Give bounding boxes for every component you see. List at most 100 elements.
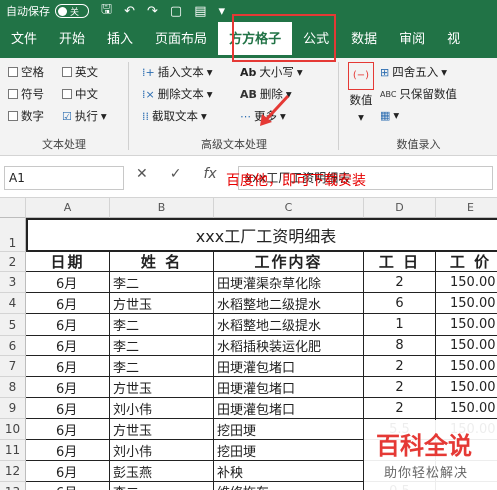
fx-icon[interactable]: fx [203, 166, 216, 182]
row-header[interactable]: 12 [0, 461, 26, 482]
column-header-a[interactable]: A [26, 198, 110, 218]
table-cell[interactable]: 6月 [26, 356, 110, 377]
cancel-icon[interactable]: ✕ [136, 166, 148, 182]
table-cell[interactable]: 150.00 [436, 336, 497, 356]
table-cell[interactable]: 2 [364, 398, 436, 419]
table-cell[interactable]: 方世玉 [110, 377, 214, 398]
delete-text-button[interactable]: ⁞× 删除文本 ▾ [142, 86, 213, 102]
table-cell[interactable]: 李二 [110, 336, 214, 356]
value-button[interactable]: (−) 数值 ▾ [348, 62, 374, 124]
table-cell[interactable]: 李二 [110, 272, 214, 293]
new-file-icon[interactable]: ▢ [170, 4, 182, 19]
table-cell[interactable]: 李二 [110, 356, 214, 377]
column-header-e[interactable]: E [436, 198, 497, 218]
table-cell[interactable]: 维修拖车 [214, 482, 364, 490]
case-button[interactable]: Ab 大小写 ▾ [240, 64, 303, 80]
table-cell[interactable]: 刘小伟 [110, 398, 214, 419]
table-cell[interactable]: 田埂灌包堵口 [214, 398, 364, 419]
name-box[interactable]: A1 [4, 166, 124, 190]
keep-values-button[interactable]: ABC 只保留数值 [380, 86, 457, 102]
undo-icon[interactable]: ↶ [124, 4, 135, 19]
autosave-toggle[interactable]: 关 [55, 4, 89, 18]
table-cell[interactable]: 150.00 [436, 314, 497, 336]
select-all-corner[interactable] [0, 198, 26, 218]
table-cell[interactable]: 水稻整地二级提水 [214, 293, 364, 314]
number-checkbox[interactable]: 数字 [8, 108, 44, 124]
row-header[interactable]: 13 [0, 482, 26, 490]
column-header-d[interactable]: D [364, 198, 436, 218]
table-cell[interactable]: 方世玉 [110, 293, 214, 314]
row-header[interactable]: 2 [0, 252, 26, 272]
table-cell[interactable]: 6月 [26, 314, 110, 336]
row-header[interactable]: 4 [0, 293, 26, 314]
table-header-cell[interactable]: 姓 名 [110, 252, 214, 272]
space-checkbox[interactable]: 空格 [8, 64, 44, 80]
symbol-checkbox[interactable]: 符号 [8, 86, 44, 102]
tab-review[interactable]: 审阅 [388, 22, 436, 58]
row-header[interactable]: 11 [0, 440, 26, 461]
table-cell[interactable]: 6月 [26, 461, 110, 482]
table-cell[interactable]: 6月 [26, 482, 110, 490]
table-cell[interactable]: 6 [364, 293, 436, 314]
table-cell[interactable]: 2 [364, 356, 436, 377]
table-cell[interactable]: 李二 [110, 314, 214, 336]
column-header-b[interactable]: B [110, 198, 214, 218]
table-cell[interactable]: 2 [364, 377, 436, 398]
row-header[interactable]: 6 [0, 336, 26, 356]
tab-view[interactable]: 视 [436, 22, 471, 58]
row-header[interactable]: 3 [0, 272, 26, 293]
execute-button[interactable]: ☑ 执行 ▾ [62, 108, 107, 124]
table-cell[interactable]: 李二 [110, 482, 214, 490]
table-cell[interactable]: 150.00 [436, 293, 497, 314]
english-checkbox[interactable]: 英文 [62, 64, 98, 80]
save-icon[interactable]: 🖫 [101, 0, 112, 22]
table-cell[interactable]: 刘小伟 [110, 440, 214, 461]
row-header[interactable]: 7 [0, 356, 26, 377]
table-cell[interactable]: 补秧 [214, 461, 364, 482]
table-cell[interactable]: 田埂灌包堵口 [214, 377, 364, 398]
table-cell[interactable]: 150.00 [436, 377, 497, 398]
extract-text-button[interactable]: ⁞⁞ 截取文本 ▾ [142, 108, 207, 124]
table-cell[interactable]: 挖田埂 [214, 419, 364, 440]
row-header[interactable]: 8 [0, 377, 26, 398]
table-cell[interactable]: 挖田埂 [214, 440, 364, 461]
check-icon[interactable]: ✓ [170, 166, 182, 182]
round-button[interactable]: ⊞ 四舍五入 ▾ [380, 64, 447, 80]
table-cell[interactable]: 田埂灌渠杂草化除 [214, 272, 364, 293]
table-cell[interactable]: 6月 [26, 336, 110, 356]
table-cell[interactable]: 水稻整地二级提水 [214, 314, 364, 336]
table-cell[interactable]: 8 [364, 336, 436, 356]
table-cell[interactable]: 6月 [26, 293, 110, 314]
table-cell[interactable]: 1 [364, 314, 436, 336]
table-cell[interactable]: 6月 [26, 419, 110, 440]
dropdown-button[interactable]: ▦ ▾ [380, 108, 399, 122]
table-cell[interactable]: 6月 [26, 398, 110, 419]
table-header-cell[interactable]: 日期 [26, 252, 110, 272]
table-cell[interactable]: 150.00 [436, 398, 497, 419]
tab-data[interactable]: 数据 [340, 22, 388, 58]
tab-page-layout[interactable]: 页面布局 [144, 22, 218, 58]
chinese-checkbox[interactable]: 中文 [62, 86, 98, 102]
table-cell[interactable]: 6月 [26, 272, 110, 293]
tab-insert[interactable]: 插入 [96, 22, 144, 58]
insert-text-button[interactable]: ⁞+ 插入文本 ▾ [142, 64, 213, 80]
redo-icon[interactable]: ↷ [147, 4, 158, 19]
column-header-c[interactable]: C [214, 198, 364, 218]
table-cell[interactable]: 水稻插秧装运化肥 [214, 336, 364, 356]
row-header[interactable]: 9 [0, 398, 26, 419]
table-cell[interactable]: 田埂灌包堵口 [214, 356, 364, 377]
table-cell[interactable]: 150.00 [436, 356, 497, 377]
table-cell[interactable]: 2 [364, 272, 436, 293]
row-header[interactable]: 1 [0, 218, 26, 252]
table-cell[interactable]: 150.00 [436, 272, 497, 293]
tab-home[interactable]: 开始 [48, 22, 96, 58]
table-title[interactable]: xxx工厂工资明细表 [26, 218, 497, 252]
table-header-cell[interactable]: 工 价 [436, 252, 497, 272]
tab-file[interactable]: 文件 [0, 22, 48, 58]
table-cell[interactable]: 彭玉燕 [110, 461, 214, 482]
table-header-cell[interactable]: 工 日 [364, 252, 436, 272]
table-cell[interactable]: 方世玉 [110, 419, 214, 440]
table-cell[interactable]: 6月 [26, 377, 110, 398]
table-cell[interactable]: 6月 [26, 440, 110, 461]
document-icon[interactable]: ▤ [194, 4, 206, 19]
